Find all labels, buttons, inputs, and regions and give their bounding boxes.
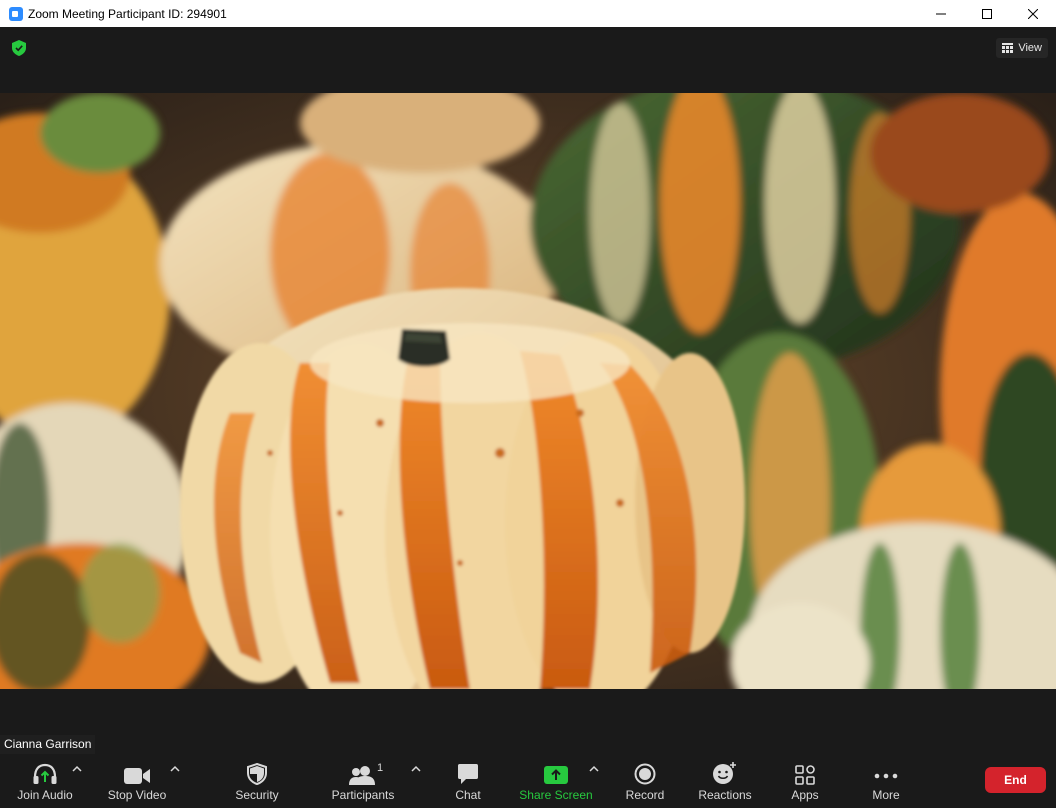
apps-button[interactable]: Apps — [770, 755, 840, 808]
meeting-toolbar: Join Audio Stop Video Security Participa… — [0, 755, 1056, 808]
apps-icon — [795, 765, 815, 785]
participant-name-tag: Cianna Garrison — [0, 735, 96, 754]
audio-options-caret-icon[interactable] — [72, 765, 82, 773]
headphones-icon — [33, 763, 57, 784]
encryption-shield-icon[interactable] — [12, 40, 26, 56]
end-meeting-button[interactable]: End — [985, 767, 1046, 793]
security-button[interactable]: Security — [222, 755, 292, 808]
record-label: Record — [625, 788, 665, 802]
video-feed — [0, 93, 1056, 689]
close-button[interactable] — [1010, 0, 1056, 27]
reactions-button[interactable]: Reactions — [690, 755, 760, 808]
share-screen-label: Share Screen — [519, 788, 593, 802]
close-icon — [1028, 8, 1038, 19]
reactions-smiley-icon — [713, 762, 736, 784]
share-screen-button[interactable]: Share Screen — [516, 755, 596, 808]
apps-label: Apps — [791, 788, 819, 802]
more-button[interactable]: More — [851, 755, 921, 808]
video-options-caret-icon[interactable] — [170, 765, 180, 773]
title-bar: Zoom Meeting Participant ID: 294901 — [0, 0, 1056, 27]
maximize-button[interactable] — [964, 0, 1010, 27]
window-title: Zoom Meeting Participant ID: 294901 — [28, 6, 227, 21]
more-dots-icon — [874, 773, 898, 779]
record-button[interactable]: Record — [610, 755, 680, 808]
chat-bubble-icon — [458, 764, 478, 784]
stop-video-label: Stop Video — [107, 788, 167, 802]
minimize-icon — [936, 13, 946, 14]
join-audio-button[interactable]: Join Audio — [10, 755, 80, 808]
participants-label: Participants — [331, 788, 395, 802]
participants-count-badge: 1 — [377, 762, 384, 774]
record-icon — [634, 763, 656, 785]
chat-label: Chat — [455, 788, 481, 802]
share-options-caret-icon[interactable] — [589, 765, 599, 773]
maximize-icon — [982, 8, 992, 19]
view-button[interactable]: View — [996, 38, 1048, 58]
participants-options-caret-icon[interactable] — [411, 765, 421, 773]
stop-video-button[interactable]: Stop Video — [102, 755, 172, 808]
zoom-app-icon — [9, 6, 23, 21]
join-audio-label: Join Audio — [17, 788, 73, 802]
view-label: View — [1018, 42, 1042, 54]
minimize-button[interactable] — [918, 0, 964, 27]
shield-icon — [247, 763, 267, 785]
chat-button[interactable]: Chat — [433, 755, 503, 808]
participants-icon — [349, 766, 375, 785]
more-label: More — [872, 788, 900, 802]
zoom-meeting-window: Zoom Meeting Participant ID: 294901 View… — [0, 0, 1056, 808]
security-label: Security — [235, 788, 279, 802]
window-controls — [918, 0, 1056, 27]
video-camera-icon — [124, 768, 150, 784]
video-image — [0, 93, 1056, 689]
reactions-label: Reactions — [698, 788, 752, 802]
share-screen-icon — [544, 766, 568, 784]
participants-button[interactable]: Participants — [328, 755, 398, 808]
grid-view-icon — [1002, 43, 1014, 53]
